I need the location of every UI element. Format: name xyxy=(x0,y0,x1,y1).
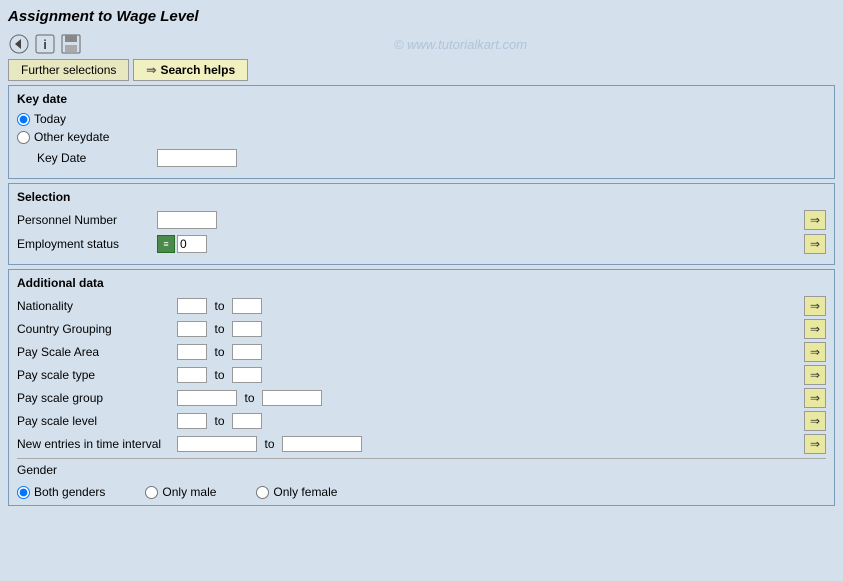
country-grouping-to-input[interactable] xyxy=(232,321,262,337)
only-male-radio[interactable] xyxy=(145,486,158,499)
other-keydate-radio[interactable] xyxy=(17,131,30,144)
personnel-number-row: Personnel Number xyxy=(17,210,826,230)
save-icon[interactable] xyxy=(60,33,82,55)
pay-scale-area-to-input[interactable] xyxy=(232,344,262,360)
only-female-label: Only female xyxy=(273,485,337,499)
pay-scale-area-from-input[interactable] xyxy=(177,344,207,360)
pay-scale-level-to-input[interactable] xyxy=(232,413,262,429)
new-entries-arrow-btn[interactable] xyxy=(804,434,826,454)
personnel-number-label: Personnel Number xyxy=(17,213,157,227)
only-male-option: Only male xyxy=(145,485,216,499)
selection-section: Selection Personnel Number Employment st… xyxy=(8,183,835,265)
other-keydate-option-row: Other keydate xyxy=(17,130,826,144)
pay-scale-level-row: Pay scale level to xyxy=(17,411,826,431)
pay-scale-group-arrow-btn[interactable] xyxy=(804,388,826,408)
pay-scale-type-to-input[interactable] xyxy=(232,367,262,383)
employment-status-icon[interactable]: ≡ xyxy=(157,235,175,253)
both-genders-label: Both genders xyxy=(34,485,105,499)
main-window: Assignment to Wage Level i © www.tutoria… xyxy=(0,0,843,581)
additional-data-title: Additional data xyxy=(17,276,826,290)
personnel-number-arrow-btn[interactable] xyxy=(804,210,826,230)
employment-status-label: Employment status xyxy=(17,237,157,251)
only-male-label: Only male xyxy=(162,485,216,499)
only-female-radio[interactable] xyxy=(256,486,269,499)
nationality-label: Nationality xyxy=(17,299,177,313)
employment-status-row: Employment status ≡ xyxy=(17,234,826,254)
gender-options-row: Both genders Only male Only female xyxy=(17,481,826,499)
pay-scale-group-to-input[interactable] xyxy=(262,390,322,406)
pay-scale-level-label: Pay scale level xyxy=(17,414,177,428)
watermark: © www.tutorialkart.com xyxy=(86,37,835,52)
nationality-from-input[interactable] xyxy=(177,298,207,314)
pay-scale-group-to-label: to xyxy=(237,391,262,405)
pay-scale-area-to-label: to xyxy=(207,345,232,359)
employment-status-input[interactable] xyxy=(177,235,207,253)
pay-scale-area-row: Pay Scale Area to xyxy=(17,342,826,362)
pay-scale-type-row: Pay scale type to xyxy=(17,365,826,385)
pay-scale-group-label: Pay scale group xyxy=(17,391,177,405)
employment-status-arrow-btn[interactable] xyxy=(804,234,826,254)
gender-subsection: Gender Both genders Only male Only femal… xyxy=(17,458,826,499)
today-label: Today xyxy=(34,112,66,126)
country-grouping-row: Country Grouping to xyxy=(17,319,826,339)
pay-scale-type-from-input[interactable] xyxy=(177,367,207,383)
new-entries-to-input[interactable] xyxy=(282,436,362,452)
new-entries-row: New entries in time interval to xyxy=(17,434,826,454)
new-entries-to-label: to xyxy=(257,437,282,451)
both-genders-option: Both genders xyxy=(17,485,105,499)
new-entries-label: New entries in time interval xyxy=(17,437,177,451)
country-grouping-label: Country Grouping xyxy=(17,322,177,336)
nationality-row: Nationality to xyxy=(17,296,826,316)
tab-search-helps-label: Search helps xyxy=(160,63,235,77)
nationality-to-input[interactable] xyxy=(232,298,262,314)
pay-scale-level-arrow-btn[interactable] xyxy=(804,411,826,431)
pay-scale-type-to-label: to xyxy=(207,368,232,382)
selection-title: Selection xyxy=(17,190,826,204)
both-genders-radio[interactable] xyxy=(17,486,30,499)
country-grouping-from-input[interactable] xyxy=(177,321,207,337)
back-icon[interactable] xyxy=(8,33,30,55)
key-date-field-label: Key Date xyxy=(17,151,157,165)
tab-further-selections[interactable]: Further selections xyxy=(8,59,129,81)
today-option-row: Today xyxy=(17,112,826,126)
new-entries-from-input[interactable] xyxy=(177,436,257,452)
key-date-input[interactable] xyxy=(157,149,237,167)
pay-scale-type-label: Pay scale type xyxy=(17,368,177,382)
country-grouping-arrow-btn[interactable] xyxy=(804,319,826,339)
nationality-to-label: to xyxy=(207,299,232,313)
other-keydate-label: Other keydate xyxy=(34,130,109,144)
pay-scale-area-label: Pay Scale Area xyxy=(17,345,177,359)
pay-scale-type-arrow-btn[interactable] xyxy=(804,365,826,385)
tab-bar: Further selections ⇒ Search helps xyxy=(4,59,839,81)
additional-data-section: Additional data Nationality to Country G… xyxy=(8,269,835,506)
only-female-option: Only female xyxy=(256,485,337,499)
tab-arrow-icon: ⇒ xyxy=(146,63,156,77)
info-icon[interactable]: i xyxy=(34,33,56,55)
nationality-arrow-btn[interactable] xyxy=(804,296,826,316)
key-date-row: Key Date xyxy=(17,148,826,168)
tab-search-helps[interactable]: ⇒ Search helps xyxy=(133,59,248,81)
gender-title: Gender xyxy=(17,463,826,477)
today-radio[interactable] xyxy=(17,113,30,126)
pay-scale-level-from-input[interactable] xyxy=(177,413,207,429)
pay-scale-level-to-label: to xyxy=(207,414,232,428)
toolbar: i © www.tutorialkart.com xyxy=(4,31,839,57)
page-title: Assignment to Wage Level xyxy=(4,4,839,29)
svg-text:i: i xyxy=(43,37,47,52)
pay-scale-group-from-input[interactable] xyxy=(177,390,237,406)
tab-further-selections-label: Further selections xyxy=(21,63,116,77)
key-date-title: Key date xyxy=(17,92,826,106)
personnel-number-input[interactable] xyxy=(157,211,217,229)
country-grouping-to-label: to xyxy=(207,322,232,336)
pay-scale-area-arrow-btn[interactable] xyxy=(804,342,826,362)
key-date-section: Key date Today Other keydate Key Date xyxy=(8,85,835,179)
pay-scale-group-row: Pay scale group to xyxy=(17,388,826,408)
